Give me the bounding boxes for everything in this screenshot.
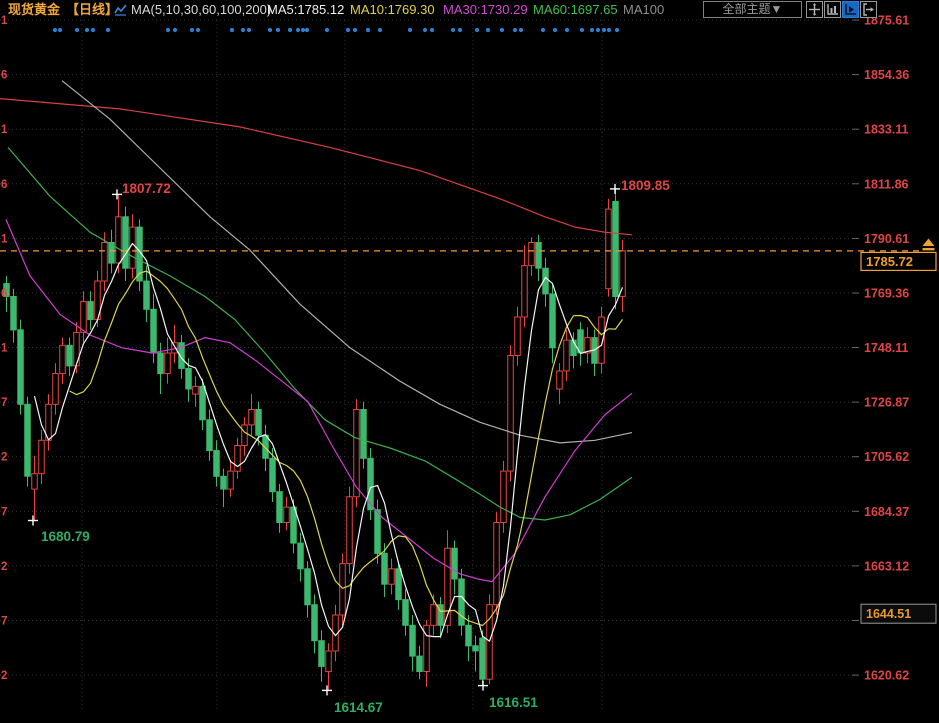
svg-text:1: 1 <box>1 343 8 355</box>
svg-text:2: 2 <box>1 561 7 573</box>
svg-text:2: 2 <box>1 452 7 464</box>
svg-text:1644.51: 1644.51 <box>866 607 911 621</box>
svg-text:7: 7 <box>1 506 7 518</box>
svg-text:6: 6 <box>1 288 7 300</box>
svg-text:1807.72: 1807.72 <box>122 181 171 196</box>
svg-text:1616.51: 1616.51 <box>489 695 538 710</box>
svg-text:1614.67: 1614.67 <box>334 700 383 715</box>
all-themes-dropdown[interactable]: 全部主题▼ <box>703 1 802 18</box>
svg-text:1769.36: 1769.36 <box>864 287 909 301</box>
svg-text:1663.12: 1663.12 <box>864 559 909 573</box>
line-chart-icon[interactable] <box>114 3 127 19</box>
ma100-value: MA100 <box>623 2 664 17</box>
svg-text:6: 6 <box>1 70 7 82</box>
svg-text:1785.72: 1785.72 <box>866 254 913 269</box>
svg-text:1809.85: 1809.85 <box>621 178 670 193</box>
svg-text:1: 1 <box>1 124 8 136</box>
instrument-title: 现货黄金 <box>8 2 60 17</box>
svg-text:1833.11: 1833.11 <box>864 123 909 137</box>
shift-right-icon[interactable] <box>860 1 877 18</box>
chart-header: 现货黄金 【日线】 MA(5,10,30,60,100,200) MA5:178… <box>0 0 939 19</box>
ma60-value: MA60:1697.65 <box>533 2 618 17</box>
svg-text:2: 2 <box>1 670 7 682</box>
svg-text:1854.36: 1854.36 <box>864 68 909 82</box>
svg-text:6: 6 <box>1 179 7 191</box>
trading-app-window: 11875.6161854.3611833.1161811.8611790.61… <box>0 0 939 723</box>
ma5-value: MA5:1785.12 <box>267 2 344 17</box>
svg-text:1726.87: 1726.87 <box>864 396 909 410</box>
svg-text:1684.37: 1684.37 <box>864 505 909 519</box>
svg-text:7: 7 <box>1 616 7 628</box>
svg-text:1811.86: 1811.86 <box>864 177 909 191</box>
svg-text:1748.11: 1748.11 <box>864 341 909 355</box>
axis-play-icon[interactable] <box>842 1 859 18</box>
ma10-value: MA10:1769.30 <box>350 2 435 17</box>
period-label[interactable]: 【日线】 <box>66 2 118 17</box>
svg-text:1705.62: 1705.62 <box>864 450 909 464</box>
axis-scale-icon[interactable] <box>824 1 841 18</box>
ma-settings-label[interactable]: MA(5,10,30,60,100,200) <box>131 2 271 17</box>
svg-text:1680.79: 1680.79 <box>41 529 90 544</box>
svg-text:1620.62: 1620.62 <box>864 669 909 683</box>
svg-text:1790.61: 1790.61 <box>864 232 909 246</box>
svg-text:7: 7 <box>1 397 7 409</box>
pan-move-icon[interactable] <box>806 1 823 18</box>
svg-text:1: 1 <box>1 233 8 245</box>
candlestick-chart[interactable]: 11875.6161854.3611833.1161811.8611790.61… <box>0 0 939 723</box>
ma30-value: MA30:1730.29 <box>443 2 528 17</box>
